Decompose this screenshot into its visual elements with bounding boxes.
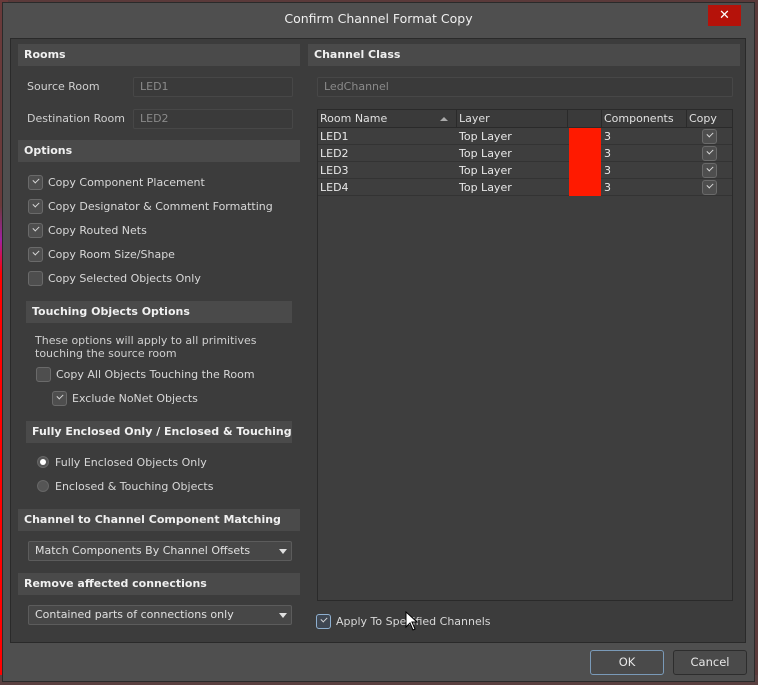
layer-color-swatch — [569, 145, 601, 162]
checkbox[interactable] — [28, 270, 43, 286]
checkbox[interactable] — [28, 222, 43, 238]
destination-room-field[interactable]: LED2 — [133, 109, 293, 129]
connections-selected: Contained parts of connections only — [35, 608, 234, 621]
checkbox[interactable] — [316, 613, 331, 629]
option-copy-component-placement[interactable]: Copy Component Placement — [28, 174, 205, 190]
source-room-field[interactable]: LED1 — [133, 77, 293, 97]
table-row[interactable]: LED2 Top Layer 3 — [318, 145, 732, 162]
layer-color-swatch — [569, 162, 601, 179]
option-label: Exclude NoNet Objects — [72, 391, 198, 405]
touching-objects-header: Touching Objects Options — [26, 301, 292, 323]
matching-header: Channel to Channel Component Matching — [18, 509, 300, 531]
radio-enclosed-touching[interactable]: Enclosed & Touching Objects — [37, 478, 213, 494]
connections-dropdown[interactable]: Contained parts of connections only — [28, 605, 292, 625]
option-label: Copy Room Size/Shape — [48, 247, 175, 261]
touching-description-line1: These options will apply to all primitiv… — [35, 334, 257, 347]
cell-room-name: LED2 — [320, 147, 349, 160]
table-header: Room Name Layer Components Copy — [318, 110, 732, 128]
cell-room-name: LED4 — [320, 181, 349, 194]
copy-checkbox[interactable] — [702, 129, 717, 144]
radio-button[interactable] — [37, 480, 49, 492]
channel-class-field[interactable]: LedChannel — [317, 77, 733, 97]
cell-layer: Top Layer — [459, 164, 512, 177]
layer-color-swatch — [569, 128, 601, 145]
column-header-color[interactable] — [568, 110, 602, 128]
cell-layer: Top Layer — [459, 130, 512, 143]
confirm-channel-format-copy-dialog: Confirm Channel Format Copy ✕ Rooms Sour… — [2, 2, 755, 682]
copy-checkbox[interactable] — [702, 180, 717, 195]
close-button[interactable]: ✕ — [708, 5, 741, 26]
copy-checkbox[interactable] — [702, 163, 717, 178]
cell-components: 3 — [604, 147, 611, 160]
radio-label: Fully Enclosed Objects Only — [55, 455, 207, 469]
cancel-button[interactable]: Cancel — [673, 650, 747, 675]
option-label: Copy Component Placement — [48, 175, 205, 189]
table-row[interactable]: LED4 Top Layer 3 — [318, 179, 732, 196]
option-copy-room-size-shape[interactable]: Copy Room Size/Shape — [28, 246, 175, 262]
sort-ascending-icon — [440, 117, 448, 121]
option-copy-routed-nets[interactable]: Copy Routed Nets — [28, 222, 147, 238]
channels-table: Room Name Layer Components Copy LED1 Top… — [317, 109, 733, 601]
connections-header: Remove affected connections — [18, 573, 300, 595]
table-row[interactable]: LED1 Top Layer 3 — [318, 128, 732, 145]
option-exclude-nonet[interactable]: Exclude NoNet Objects — [52, 390, 198, 406]
radio-label: Enclosed & Touching Objects — [55, 479, 214, 493]
enclosure-header: Fully Enclosed Only / Enclosed & Touchin… — [26, 421, 292, 443]
destination-room-label: Destination Room — [27, 112, 125, 125]
checkbox[interactable] — [28, 174, 43, 190]
chevron-down-icon — [279, 613, 287, 618]
chevron-down-icon — [279, 549, 287, 554]
cell-room-name: LED3 — [320, 164, 349, 177]
checkbox[interactable] — [28, 198, 43, 214]
option-label: Copy Selected Objects Only — [48, 271, 201, 285]
checkbox[interactable] — [28, 246, 43, 262]
options-header: Options — [18, 140, 300, 162]
option-label: Copy Routed Nets — [48, 223, 147, 237]
table-row[interactable]: LED3 Top Layer 3 — [318, 162, 732, 179]
matching-dropdown[interactable]: Match Components By Channel Offsets — [28, 541, 292, 561]
dialog-title: Confirm Channel Format Copy — [284, 11, 473, 26]
touching-description-line2: touching the source room — [35, 347, 177, 360]
cell-room-name: LED1 — [320, 130, 349, 143]
source-room-label: Source Room — [27, 80, 100, 93]
cell-components: 3 — [604, 164, 611, 177]
cell-components: 3 — [604, 130, 611, 143]
mouse-cursor-icon — [405, 610, 419, 631]
radio-button[interactable] — [37, 456, 49, 468]
cell-components: 3 — [604, 181, 611, 194]
column-header-copy[interactable]: Copy — [687, 110, 733, 128]
dialog-content: Rooms Source Room LED1 Destination Room … — [10, 38, 746, 643]
column-header-room-name[interactable]: Room Name — [318, 110, 457, 128]
layer-color-swatch — [569, 179, 601, 196]
checkbox[interactable] — [52, 390, 67, 406]
copy-checkbox[interactable] — [702, 146, 717, 161]
cell-layer: Top Layer — [459, 181, 512, 194]
column-header-layer[interactable]: Layer — [457, 110, 568, 128]
option-copy-all-touching[interactable]: Copy All Objects Touching the Room — [36, 366, 255, 382]
channel-class-header: Channel Class — [308, 44, 740, 66]
cell-layer: Top Layer — [459, 147, 512, 160]
column-header-components[interactable]: Components — [602, 110, 687, 128]
option-label: Copy Designator & Comment Formatting — [48, 199, 273, 213]
checkbox[interactable] — [36, 366, 51, 382]
option-copy-selected-only[interactable]: Copy Selected Objects Only — [28, 270, 201, 286]
close-icon: ✕ — [719, 8, 730, 23]
option-copy-designator-formatting[interactable]: Copy Designator & Comment Formatting — [28, 198, 273, 214]
matching-selected: Match Components By Channel Offsets — [35, 544, 251, 557]
ok-button[interactable]: OK — [590, 650, 664, 675]
radio-fully-enclosed[interactable]: Fully Enclosed Objects Only — [37, 454, 207, 470]
apply-specified-channels[interactable]: Apply To Specified Channels — [316, 613, 491, 629]
rooms-header: Rooms — [18, 44, 300, 66]
option-label: Copy All Objects Touching the Room — [56, 367, 255, 381]
